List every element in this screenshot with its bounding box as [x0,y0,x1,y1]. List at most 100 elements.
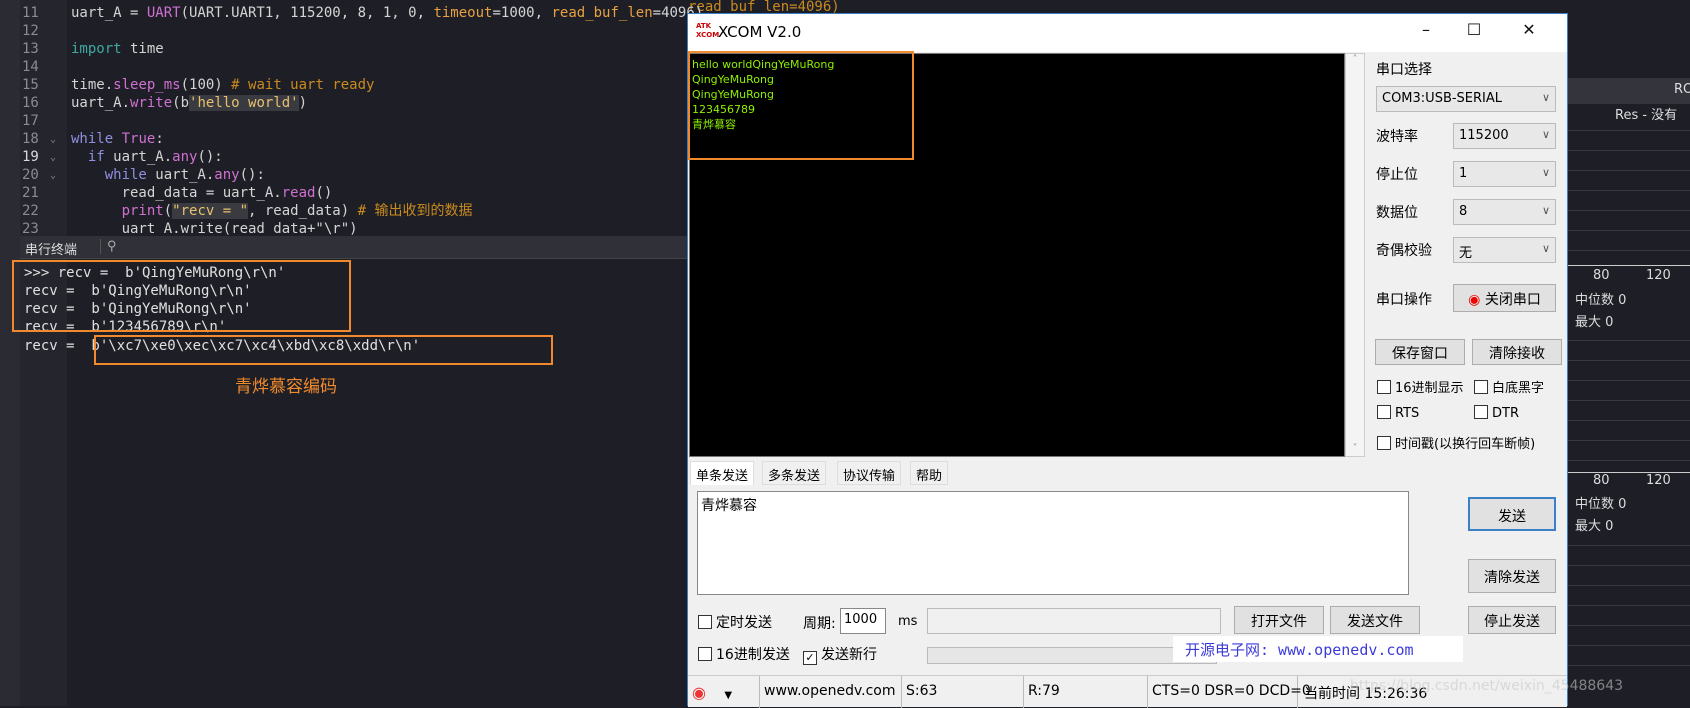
terminal-tab[interactable]: 串行终端 [25,239,77,258]
baud-label: 波特率 [1376,129,1418,145]
send-textarea[interactable]: 青烨慕容 [697,491,1409,595]
stop-label: 停止位 [1376,167,1418,183]
open-file-button[interactable]: 打开文件 [1234,606,1324,634]
white-bg-checkbox[interactable]: 白底黑字 [1474,377,1544,396]
res-label: Res - 没有 [1615,108,1678,123]
chevron-down-icon: ∨ [1541,166,1550,179]
highlight-box [94,335,553,365]
line-number: 15 [22,77,39,93]
code-line: uart_A.write(b'hello world') [71,95,308,111]
clear-receive-button[interactable]: 清除接收 [1472,339,1562,365]
line-number: 12 [22,23,39,39]
dtr-checkbox[interactable]: DTR [1474,405,1519,421]
data-label: 数据位 [1376,205,1418,221]
window-title: XCOM V2.0 [718,23,802,41]
grid [1568,545,1690,675]
fold-chevron-icon[interactable]: ⌄ [50,134,56,145]
atk-logo: ATK XCOM [696,22,720,39]
clear-broom-icon[interactable]: ⚲ [100,239,117,254]
hex-send-checkbox[interactable]: 16进制发送 [698,644,790,664]
code-line: import time [71,41,164,57]
highlight-box [688,51,914,160]
line-number: 13 [22,41,39,57]
status-menu[interactable]: ◉ ▼ [688,676,760,708]
activity-strip [0,0,20,706]
xcom-window: ATK XCOM XCOM V2.0 – ☐ ✕ hello worldQingY… [687,13,1568,708]
status-url[interactable]: www.openedv.com [760,676,902,708]
ms-label: ms [898,614,918,629]
data-bits-select[interactable]: 8 ∨ [1453,199,1556,225]
code-line: print("recv = ", read_data) # 输出收到的数据 [71,203,473,219]
fold-chevron-icon[interactable]: ⌄ [50,152,56,163]
minimize-icon[interactable]: – [1406,20,1446,46]
tick-label: 80 [1593,473,1610,488]
tab-protocol[interactable]: 协议传输 [837,461,902,485]
code-overflow: read_buf_len=4096) [688,0,840,13]
title-bar[interactable]: ATK XCOM XCOM V2.0 – ☐ ✕ [688,14,1567,52]
red-led-icon: ◉ [1468,292,1481,308]
chevron-down-icon: ∨ [1541,204,1550,217]
receive-scrollbar[interactable]: ˄ ˅ [1345,53,1365,457]
openedv-banner[interactable]: 开源电子网: www.openedv.com [1173,636,1463,662]
terminal-header: 串行终端 ⚲ [20,236,687,259]
line-number: 14 [22,59,39,75]
line-number: 19 [22,149,39,165]
timestamp-checkbox[interactable]: 时间戳(以换行回车断帧) [1377,433,1535,452]
file-path-field[interactable] [927,608,1221,634]
parity-label: 奇偶校验 [1376,243,1432,259]
line-number: 22 [22,203,39,219]
stop-select[interactable]: 1 ∨ [1453,161,1556,187]
period-input[interactable]: 1000 [840,608,886,634]
panel-header: RO [1674,82,1690,97]
op-label: 串口操作 [1376,292,1432,308]
code-line: uart_A = UART(UART.UART1, 115200, 8, 1, … [71,5,704,21]
status-received: R:79 [1024,676,1148,708]
highlight-box [12,260,351,332]
stop-send-button[interactable]: 停止发送 [1468,606,1556,634]
tab-help[interactable]: 帮助 [910,461,949,485]
status-lines: CTS=0 DSR=0 DCD=0 [1148,676,1311,708]
maximize-icon[interactable]: ☐ [1454,20,1494,46]
line-number: 11 [22,5,39,21]
hex-display-checkbox[interactable]: 16进制显示 [1377,377,1464,396]
tab-multi-send[interactable]: 多条发送 [762,461,827,485]
period-label: 周期: [803,616,836,632]
max-label: 最大 0 [1575,519,1614,534]
grid [1568,340,1690,470]
close-port-button[interactable]: ◉ 关闭串口 [1453,284,1556,312]
timed-send-checkbox[interactable]: 定时发送 [698,612,772,632]
watermark: https://blog.csdn.net/weixin_45488643 [1350,678,1624,694]
chevron-down-icon: ∨ [1541,91,1550,104]
code-line: while uart_A.any(): [71,167,265,183]
code-line: while True: [71,131,164,147]
line-number: 18 [22,131,39,147]
max-label: 最大 0 [1575,315,1614,330]
baud-select[interactable]: 115200 ∨ [1453,123,1556,149]
tick-label: 80 [1593,268,1610,283]
line-number: 20 [22,167,39,183]
median-label: 中位数 0 [1575,293,1627,308]
line-number: 23 [22,221,39,234]
close-icon[interactable]: ✕ [1509,20,1549,46]
tab-single-send[interactable]: 单条发送 [690,461,755,485]
fold-chevron-icon[interactable]: ⌄ [50,170,56,181]
code-line: if uart_A.any(): [71,149,223,165]
dropdown-arrow-icon: ▼ [724,690,733,701]
chevron-down-icon: ∨ [1541,242,1550,255]
clear-send-button[interactable]: 清除发送 [1468,559,1556,593]
code-line: time.sleep_ms(100) # wait uart ready [71,77,375,93]
port-label: 串口选择 [1376,62,1432,78]
median-label: 中位数 0 [1575,497,1627,512]
line-number: 21 [22,185,39,201]
tick-label: 120 [1646,268,1671,283]
parity-select[interactable]: 无 ∨ [1453,237,1556,263]
port-select[interactable]: COM3:USB-SERIAL ∨ [1376,86,1556,112]
chevron-down-icon: ∨ [1541,128,1550,141]
send-file-button[interactable]: 发送文件 [1330,606,1420,634]
save-window-button[interactable]: 保存窗口 [1375,339,1465,365]
send-button[interactable]: 发送 [1468,497,1556,531]
code-line: uart_A.write(read_data+"\r") [71,221,358,236]
tick-label: 120 [1646,473,1671,488]
send-newline-checkbox[interactable]: ✓ 发送新行 [803,644,877,665]
rts-checkbox[interactable]: RTS [1377,405,1419,421]
